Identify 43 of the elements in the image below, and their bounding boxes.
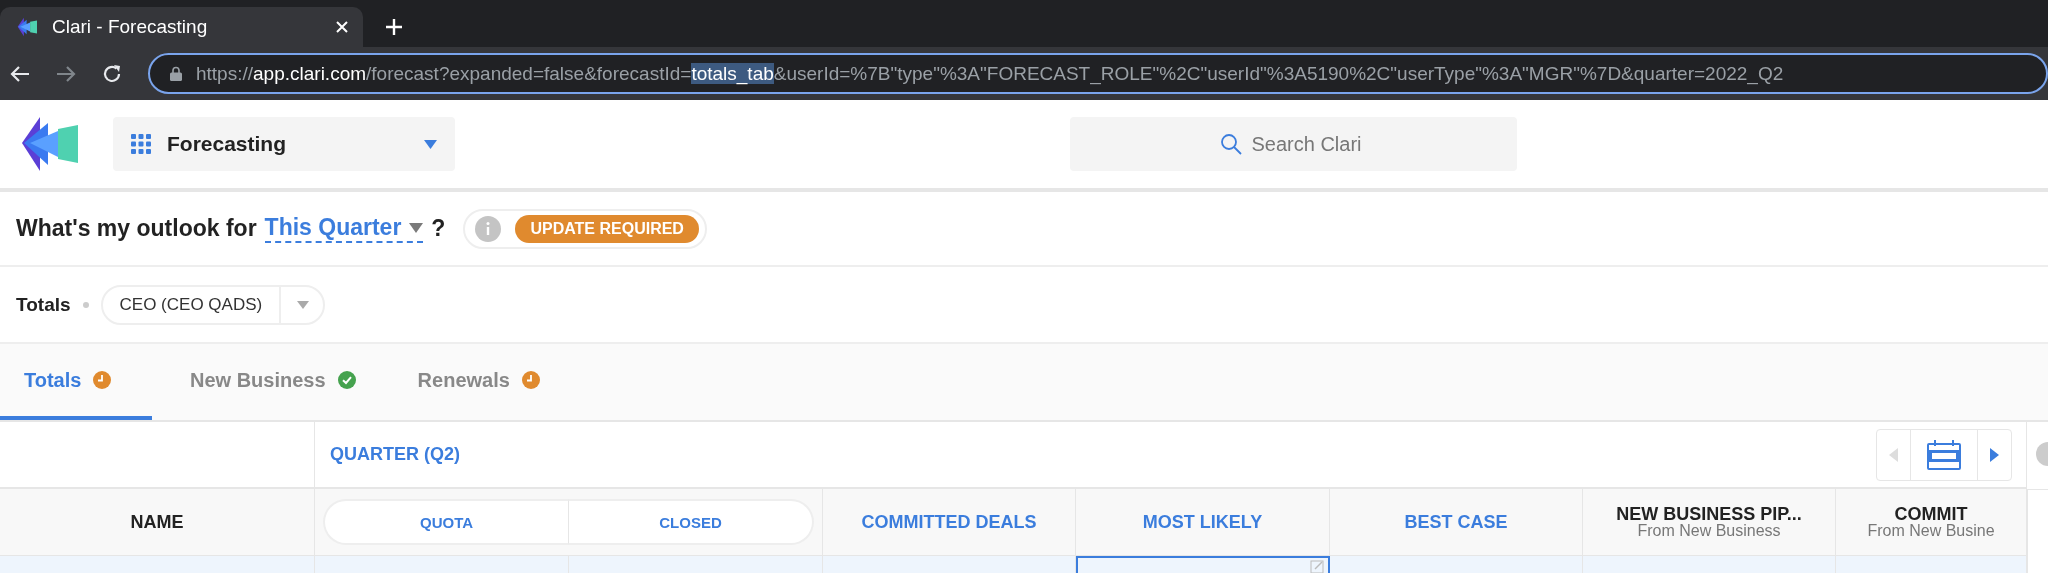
selected-text: totals_tab (691, 62, 774, 84)
browser-tab[interactable]: Clari - Forecasting (0, 7, 363, 47)
caret-icon (297, 300, 310, 309)
lock-icon (170, 66, 182, 81)
column-header[interactable]: BEST CASE (1404, 513, 1508, 531)
right-arrow-icon (1990, 447, 1999, 462)
back-icon[interactable] (10, 64, 30, 83)
close-icon[interactable] (335, 20, 349, 34)
search-icon (1220, 133, 1242, 155)
question-mark: ? (431, 215, 446, 242)
forward-icon[interactable] (56, 64, 76, 83)
period-dropdown[interactable]: This Quarter (264, 214, 424, 243)
grid-icon (131, 134, 151, 154)
left-arrow-icon (1889, 447, 1898, 462)
period-label: QUARTER (Q2) (330, 444, 460, 465)
favicon-icon (16, 17, 38, 37)
scope-label: Totals (16, 293, 71, 316)
reload-icon[interactable] (102, 63, 122, 84)
separator-dot (82, 301, 89, 308)
column-subtitle: From New Busine (1867, 523, 1995, 539)
forecast-tab[interactable]: New Business (166, 344, 380, 420)
calendar-button[interactable] (1910, 429, 1978, 480)
forecast-tab[interactable]: Renewals (393, 344, 564, 420)
column-header[interactable]: NEW BUSINESS PIP... (1616, 505, 1802, 523)
outlook-question: What's my outlook for (16, 215, 257, 242)
update-badge: UPDATE REQUIRED (515, 214, 699, 243)
caret-icon (409, 222, 424, 233)
column-header[interactable]: COMMITTED DEALS (861, 513, 1037, 531)
module-dropdown[interactable]: Forecasting (113, 117, 455, 171)
column-header[interactable]: MOST LIKELY (1142, 513, 1263, 531)
caret-icon (424, 139, 437, 149)
new-tab-icon[interactable] (385, 18, 403, 36)
column-header: NAME (130, 513, 184, 531)
role-selector[interactable]: CEO (CEO QADS) (100, 284, 326, 325)
column-header[interactable]: COMMIT (1894, 505, 1968, 523)
forecast-tab[interactable]: Totals (0, 344, 152, 420)
search-field[interactable]: Search Clari (1070, 117, 1517, 171)
column-header[interactable]: QUOTA (323, 499, 569, 545)
column-subtitle: From New Business (1637, 523, 1781, 539)
scroll-handle[interactable] (2036, 441, 2048, 466)
info-icon (475, 215, 502, 242)
column-header[interactable]: CLOSED (569, 499, 814, 545)
calendar-icon (1927, 439, 1961, 470)
